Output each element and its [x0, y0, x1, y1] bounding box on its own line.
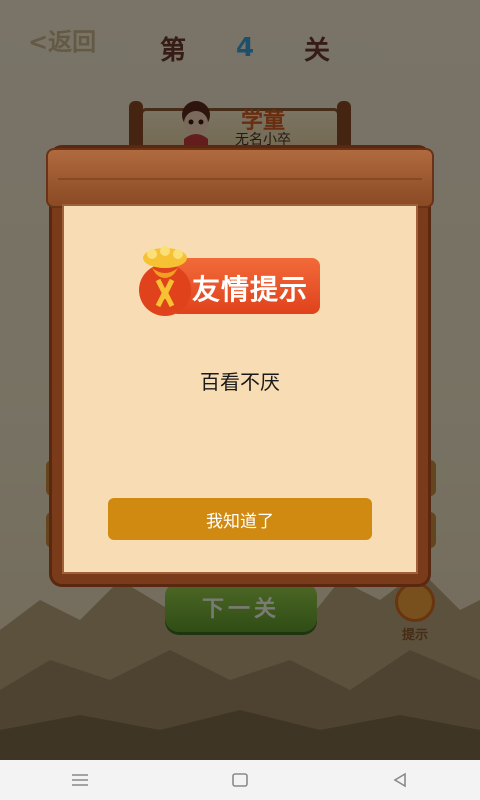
wood-grain — [58, 178, 422, 180]
home-icon[interactable] — [220, 765, 260, 795]
lucky-bag-icon — [139, 246, 191, 316]
dialog-message: 百看不厌 — [200, 370, 280, 394]
back-icon[interactable] — [380, 765, 420, 795]
menu-icon[interactable] — [60, 765, 100, 795]
system-nav-bar — [0, 760, 480, 800]
tip-dialog: 友情提示 百看不厌 我知道了 — [46, 148, 434, 584]
ok-button[interactable]: 我知道了 — [108, 498, 372, 540]
tip-badge: 友情提示 — [134, 244, 324, 316]
tip-badge-label: 友情提示 — [192, 273, 309, 306]
dialog-header-bar — [46, 148, 434, 208]
